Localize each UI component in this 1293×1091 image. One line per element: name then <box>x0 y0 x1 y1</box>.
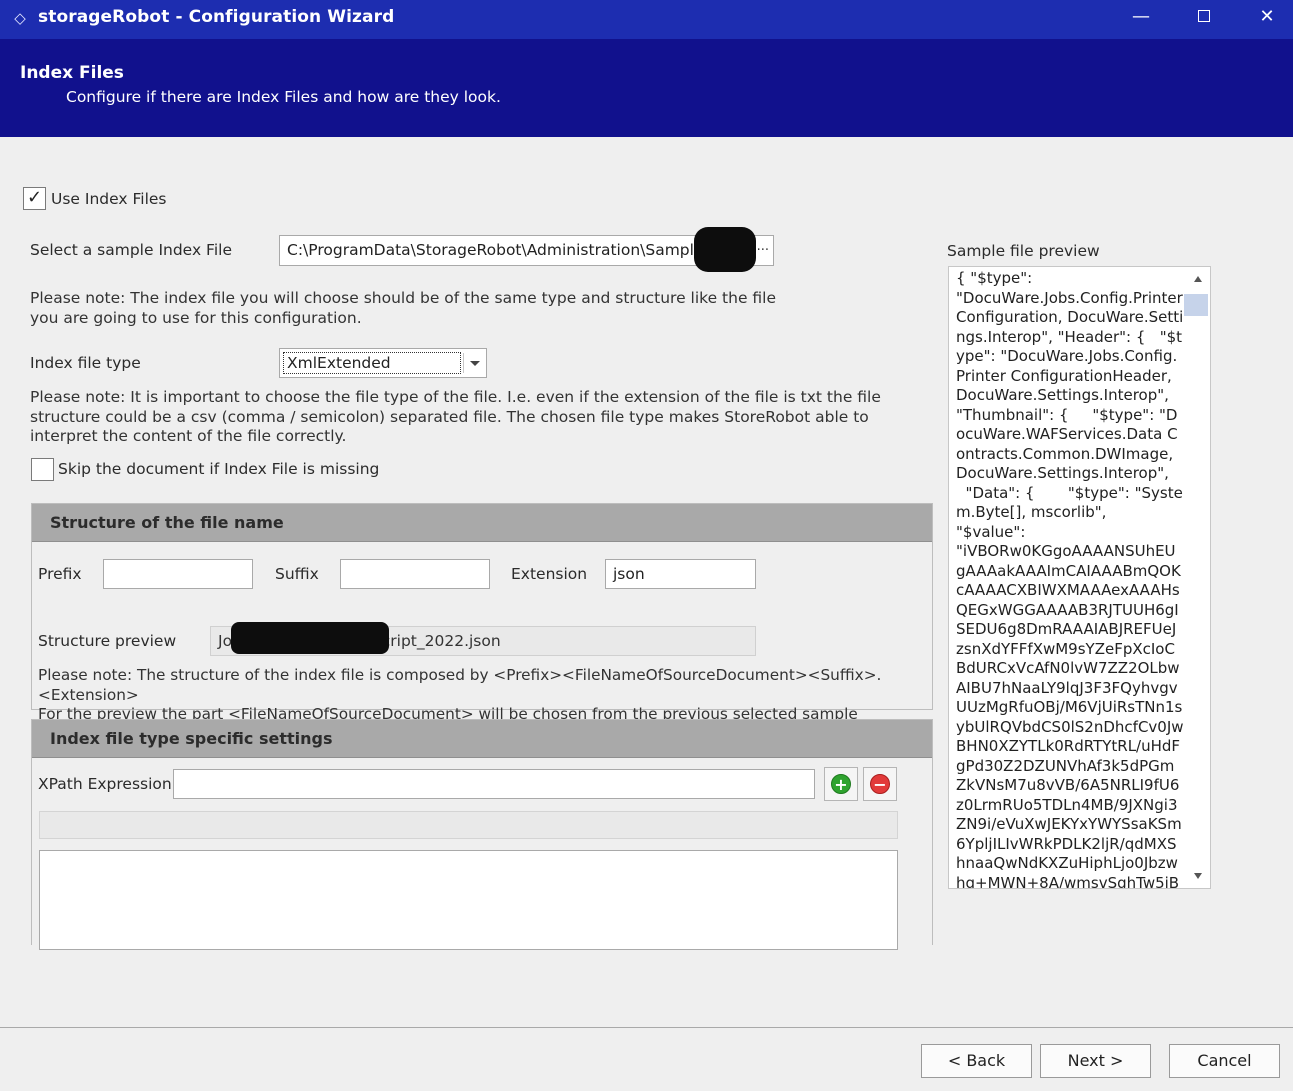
structure-preview-label: Structure preview <box>38 632 177 650</box>
minus-icon: − <box>870 774 890 794</box>
index-file-type-select[interactable]: XmlExtended <box>279 348 487 378</box>
sample-file-label: Select a sample Index File <box>30 241 232 259</box>
note-sample-file: Please note: The index file you will cho… <box>30 289 777 327</box>
use-index-files-label: Use Index Files <box>51 190 167 208</box>
checkmark-icon: ✓ <box>27 187 43 208</box>
skip-missing-checkbox[interactable] <box>31 458 54 481</box>
xpath-result-area[interactable] <box>39 850 898 950</box>
wizard-header: Index Files Configure if there are Index… <box>0 39 1293 137</box>
browse-button[interactable]: ··· <box>757 236 769 265</box>
maximize-icon <box>1198 9 1210 22</box>
sample-file-path: C:\ProgramData\StorageRobot\Administrati… <box>287 241 717 259</box>
sample-preview-content: { "$type": "DocuWare.Jobs.Config.Printer… <box>956 269 1184 889</box>
window-title: storageRobot - Configuration Wizard <box>38 7 395 27</box>
next-button[interactable]: Next > <box>1040 1044 1151 1078</box>
structure-group-title: Structure of the file name <box>50 513 284 532</box>
chevron-down-icon[interactable] <box>470 361 480 366</box>
page-subtitle: Configure if there are Index Files and h… <box>66 88 501 106</box>
use-index-files-checkbox[interactable]: ✓ <box>23 187 46 210</box>
sample-preview-label: Sample file preview <box>947 242 1100 260</box>
type-settings-group-header: Index file type specific settings <box>32 720 932 758</box>
maximize-button[interactable] <box>1173 0 1235 35</box>
extension-label: Extension <box>511 565 588 583</box>
add-xpath-button[interactable]: + <box>824 767 858 801</box>
minimize-icon: — <box>1132 6 1150 27</box>
close-icon: ✕ <box>1259 6 1275 27</box>
redaction-mark <box>231 622 389 654</box>
type-settings-group-title: Index file type specific settings <box>50 729 333 748</box>
note-file-type: Please note: It is important to choose t… <box>30 388 881 445</box>
suffix-label: Suffix <box>275 565 319 583</box>
cancel-button[interactable]: Cancel <box>1169 1044 1280 1078</box>
page-title: Index Files <box>20 63 124 83</box>
scrollbar-thumb[interactable] <box>1184 294 1208 316</box>
suffix-input[interactable] <box>340 559 490 589</box>
structure-group-header: Structure of the file name <box>32 504 932 542</box>
index-file-type-value: XmlExtended <box>283 352 461 374</box>
redaction-mark <box>694 227 756 272</box>
back-button[interactable]: < Back <box>921 1044 1032 1078</box>
xpath-input[interactable] <box>173 769 815 799</box>
combo-separator <box>463 353 464 373</box>
plus-icon: + <box>831 774 851 794</box>
xpath-label: XPath Expression <box>38 775 172 793</box>
type-settings-group: Index file type specific settings XPath … <box>31 719 933 950</box>
scroll-down-icon[interactable] <box>1194 873 1202 879</box>
structure-group: Structure of the file name Prefix Suffix… <box>31 503 933 743</box>
footer-divider <box>0 1027 1293 1028</box>
preview-scrollbar[interactable] <box>1184 267 1210 888</box>
remove-xpath-button[interactable]: − <box>863 767 897 801</box>
skip-missing-label: Skip the document if Index File is missi… <box>58 460 380 478</box>
minimize-button[interactable]: — <box>1110 0 1172 35</box>
title-bar: ◇ storageRobot - Configuration Wizard — … <box>0 0 1293 39</box>
xpath-result-bar <box>39 811 898 839</box>
index-file-type-label: Index file type <box>30 354 141 372</box>
close-button[interactable]: ✕ <box>1236 0 1293 35</box>
app-icon: ◇ <box>14 9 26 27</box>
extension-input[interactable]: json <box>605 559 756 589</box>
scroll-up-icon[interactable] <box>1194 276 1202 282</box>
sample-preview-panel[interactable]: { "$type": "DocuWare.Jobs.Config.Printer… <box>948 266 1211 889</box>
prefix-label: Prefix <box>38 565 82 583</box>
prefix-input[interactable] <box>103 559 253 589</box>
